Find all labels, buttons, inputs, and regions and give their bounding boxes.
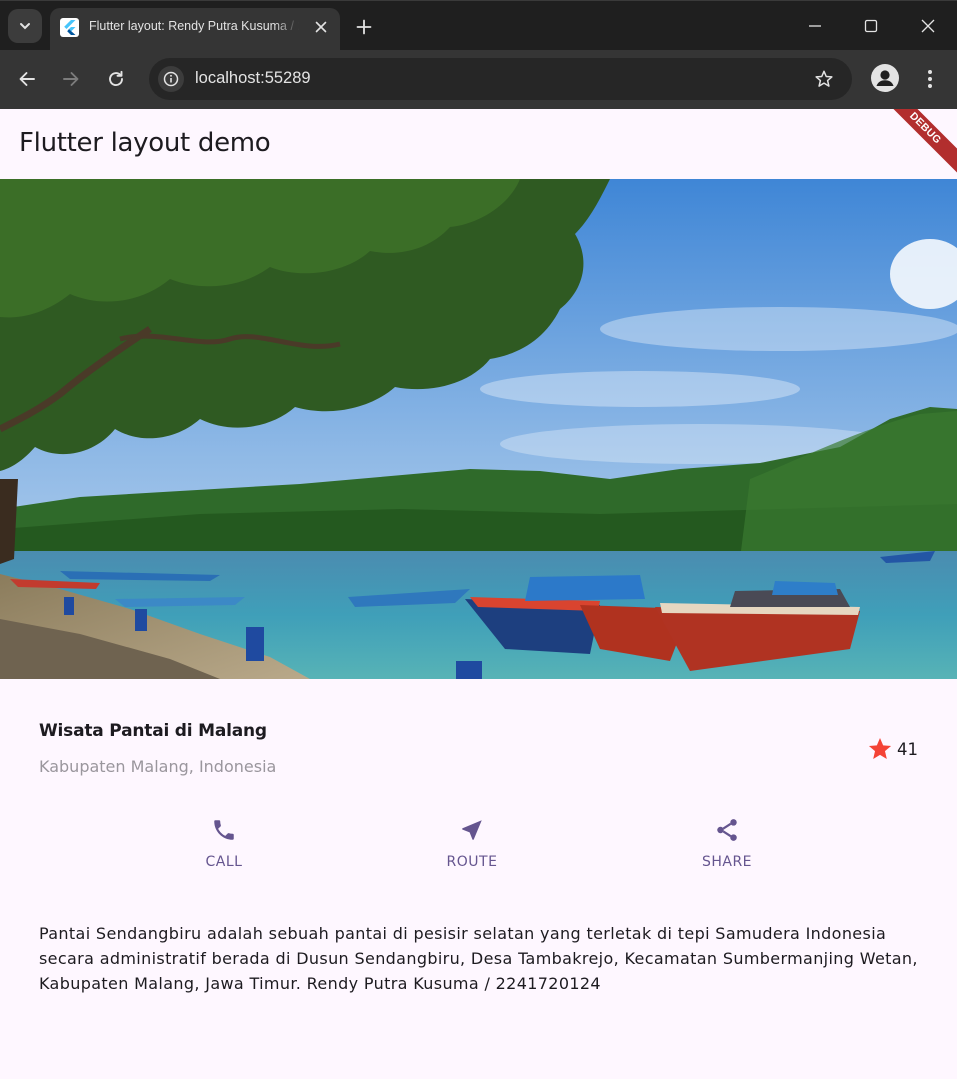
maximize-icon bbox=[864, 19, 878, 33]
person-icon bbox=[876, 70, 894, 86]
forward-button[interactable] bbox=[56, 64, 86, 94]
place-location: Kabupaten Malang, Indonesia bbox=[39, 757, 277, 776]
minimize-button[interactable] bbox=[800, 11, 830, 41]
site-info-button[interactable] bbox=[158, 66, 184, 92]
plus-icon bbox=[356, 19, 372, 35]
share-button[interactable]: SHARE bbox=[667, 817, 787, 870]
profile-avatar-button[interactable] bbox=[871, 64, 899, 92]
reload-icon bbox=[109, 70, 123, 87]
route-button[interactable]: ROUTE bbox=[412, 817, 532, 870]
minimize-icon bbox=[809, 25, 821, 27]
share-icon bbox=[717, 819, 737, 841]
app-bar-title: Flutter layout demo bbox=[19, 128, 271, 158]
browser-menu-button[interactable] bbox=[918, 64, 942, 94]
flutter-app: Flutter layout demo DEBUG Wisata Pantai … bbox=[0, 109, 957, 1079]
route-label: ROUTE bbox=[446, 854, 498, 870]
window-close-button[interactable] bbox=[913, 11, 943, 41]
close-icon bbox=[315, 21, 327, 33]
new-tab-button[interactable] bbox=[350, 13, 378, 41]
close-icon bbox=[921, 19, 935, 33]
place-name: Wisata Pantai di Malang bbox=[39, 721, 267, 741]
hero-image bbox=[0, 179, 957, 679]
chevron-down-icon bbox=[20, 23, 30, 30]
reload-button[interactable] bbox=[101, 64, 131, 94]
address-bar[interactable]: localhost:55289 bbox=[149, 58, 852, 100]
url-text: localhost:55289 bbox=[195, 69, 311, 87]
arrow-right-icon bbox=[63, 72, 79, 86]
more-vertical-icon bbox=[928, 70, 932, 88]
tab-search-button[interactable] bbox=[8, 9, 42, 43]
title-section: Wisata Pantai di Malang Kabupaten Malang… bbox=[39, 721, 276, 776]
call-label: CALL bbox=[205, 854, 243, 870]
star-outline-icon bbox=[815, 70, 833, 87]
description-text: Pantai Sendangbiru adalah sebuah pantai … bbox=[39, 924, 918, 993]
arrow-left-icon bbox=[19, 72, 35, 86]
tab-close-button[interactable] bbox=[310, 16, 332, 38]
star-icon bbox=[868, 737, 892, 759]
rating: 41 bbox=[867, 736, 918, 762]
back-button[interactable] bbox=[12, 64, 42, 94]
phone-icon bbox=[214, 820, 234, 840]
navigation-icon bbox=[462, 820, 482, 840]
maximize-button[interactable] bbox=[856, 11, 886, 41]
browser-tab-strip: Flutter layout: Rendy Putra Kusuma / 224… bbox=[0, 0, 957, 51]
browser-tab[interactable]: Flutter layout: Rendy Putra Kusuma / 224… bbox=[50, 8, 340, 51]
rating-count: 41 bbox=[897, 739, 918, 759]
app-bar: Flutter layout demo bbox=[0, 109, 957, 179]
share-label: SHARE bbox=[701, 854, 753, 870]
bookmark-button[interactable] bbox=[812, 67, 836, 91]
flutter-logo-icon bbox=[60, 18, 79, 37]
call-button[interactable]: CALL bbox=[164, 817, 284, 870]
browser-toolbar: localhost:55289 bbox=[0, 50, 957, 109]
info-icon bbox=[163, 71, 179, 87]
tab-title: Flutter layout: Rendy Putra Kusuma / 224… bbox=[89, 19, 299, 33]
